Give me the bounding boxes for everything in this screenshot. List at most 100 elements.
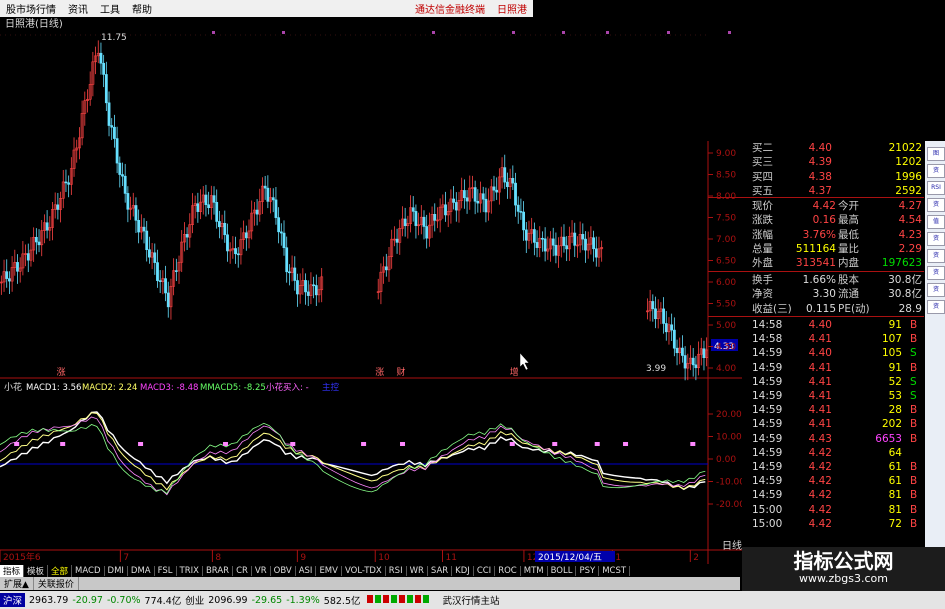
event-mark[interactable]: 涨 (57, 367, 66, 378)
event-mark[interactable]: 财 (396, 366, 405, 378)
stat-value: 4.42 (812, 200, 836, 212)
indicator-tab[interactable]: 全部 (48, 564, 73, 577)
candle (91, 51, 95, 97)
indicator-tab[interactable]: MACD (72, 565, 105, 576)
candle (479, 181, 482, 213)
candle (123, 163, 127, 203)
indicator-legend-item: MMACD5: -8.25 (200, 383, 266, 393)
indicator-tab[interactable]: OBV (271, 565, 296, 576)
indicator-tab[interactable]: CCI (474, 565, 496, 576)
indicator-tab[interactable]: SAR (428, 565, 453, 576)
indicator-tab[interactable]: DMA (128, 565, 155, 576)
indicator-tab[interactable]: RSI (386, 565, 407, 576)
signal-bars-icon (361, 594, 439, 607)
candle (576, 236, 579, 258)
svg-text:8: 8 (215, 553, 221, 563)
indicator-tab[interactable]: MCST (599, 565, 631, 576)
menu-tools[interactable]: 工具 (94, 1, 126, 16)
tick-volume: 81 (888, 489, 902, 502)
indicator-tab[interactable]: ASI (296, 565, 317, 576)
info-value: 28.9 (898, 302, 922, 315)
cy-index-name[interactable]: 创业 (181, 593, 204, 607)
candle (51, 201, 54, 241)
indicator-tab[interactable]: VOL-TDX (342, 565, 386, 576)
svg-text:10: 10 (378, 553, 390, 563)
menu-stock-name[interactable]: 日照港 (491, 1, 533, 16)
candle (411, 196, 415, 222)
indicator-tab-bar: 指标 模板 全部 MACD DMI DMA FSL TRIX BRAR CR VR OBV ASI EMV… (0, 564, 742, 577)
candle (61, 170, 65, 209)
candle (153, 243, 157, 275)
candle (18, 257, 22, 283)
indicator-tab[interactable]: ROC (495, 565, 521, 576)
menu-help[interactable]: 帮助 (126, 1, 158, 16)
toolbar-button[interactable]: 资 (927, 198, 945, 212)
indicator-tab[interactable]: DMI (105, 565, 128, 576)
indicator-tab[interactable]: FSL (155, 565, 177, 576)
indicator-tab[interactable]: BOLL (548, 565, 577, 576)
chart-area[interactable]: 日照港(日线) 11.75 3.99 4.33 9.008.508.007.50… (0, 17, 742, 564)
cursor-date: 2015/12/04/五 (538, 553, 602, 563)
server-station[interactable]: 武汉行情主站 (439, 593, 500, 607)
tick-row: 14:59 4.43 6653 B (752, 432, 924, 446)
candle (683, 346, 687, 381)
indicator-tab[interactable]: KDJ (452, 565, 474, 576)
indicator-tab[interactable]: EMV (316, 565, 342, 576)
candle (317, 276, 321, 303)
candle (34, 228, 38, 255)
candle (110, 118, 114, 141)
menu-news[interactable]: 资讯 (62, 1, 94, 16)
cy-index-value: 2096.99 (208, 594, 248, 606)
menu-market[interactable]: 股市场行情 (0, 1, 62, 16)
menu-terminal-name[interactable]: 通达信金融终端 (409, 1, 491, 16)
stat-value: 4.27 (898, 200, 922, 212)
indicator-tab[interactable]: BRAR (203, 565, 234, 576)
indicator-line (0, 422, 706, 495)
candle (16, 254, 19, 284)
sh-index-name[interactable]: 沪深 (0, 593, 26, 607)
expand-tab[interactable]: 扩展▲ (0, 577, 34, 590)
candle (312, 276, 316, 299)
related-quotes-tab[interactable]: 关联报价 (34, 577, 79, 590)
toolbar-button[interactable]: 值 (927, 215, 945, 229)
toolbar-button[interactable]: 资 (927, 266, 945, 280)
indicator-tab[interactable]: CR (233, 565, 252, 576)
toolbar-button[interactable]: 资 (927, 249, 945, 263)
indicator-tab[interactable]: WR (407, 565, 428, 576)
indicator-tab[interactable]: VR (252, 565, 271, 576)
period-label[interactable]: 日线 (722, 537, 742, 552)
toolbar-button[interactable]: RSI (927, 181, 945, 195)
candle (419, 205, 423, 235)
toolbar-button[interactable]: 图 (927, 147, 945, 161)
svg-text:9: 9 (300, 553, 306, 563)
indicator-tab[interactable]: PSY (576, 565, 600, 576)
order-level-label: 买二 (752, 142, 773, 154)
candle (99, 42, 103, 75)
indicator-tab[interactable]: TRIX (177, 565, 203, 576)
event-mark[interactable]: 增 (510, 366, 519, 378)
toolbar-button[interactable]: 资 (927, 232, 945, 246)
toolbar-button[interactable]: 资 (927, 283, 945, 297)
tick-volume: 6653 (875, 432, 902, 445)
indicator-name[interactable]: 小花 (4, 381, 22, 393)
candlestick-series[interactable] (0, 40, 709, 381)
tick-time: 14:58 (752, 319, 783, 331)
indicator-tab[interactable]: 模板 (24, 564, 49, 577)
toolbar-button[interactable]: 资 (927, 164, 945, 178)
event-mark[interactable]: 涨 (375, 367, 384, 378)
toolbar-button[interactable]: 资 (927, 300, 945, 314)
candle (508, 168, 512, 199)
candle (215, 189, 219, 229)
candle (522, 201, 525, 241)
indicator-tab[interactable]: MTM (521, 565, 548, 576)
candle (500, 157, 504, 189)
candle (69, 157, 73, 195)
tick-time: 14:59 (752, 489, 783, 502)
tick-price: 4.40 (808, 347, 832, 360)
candle (425, 214, 429, 249)
candle (199, 189, 202, 220)
candle (379, 263, 383, 305)
candle (282, 220, 286, 256)
indicator-tab[interactable]: 指标 (0, 564, 25, 577)
tick-price: 4.42 (808, 475, 832, 488)
